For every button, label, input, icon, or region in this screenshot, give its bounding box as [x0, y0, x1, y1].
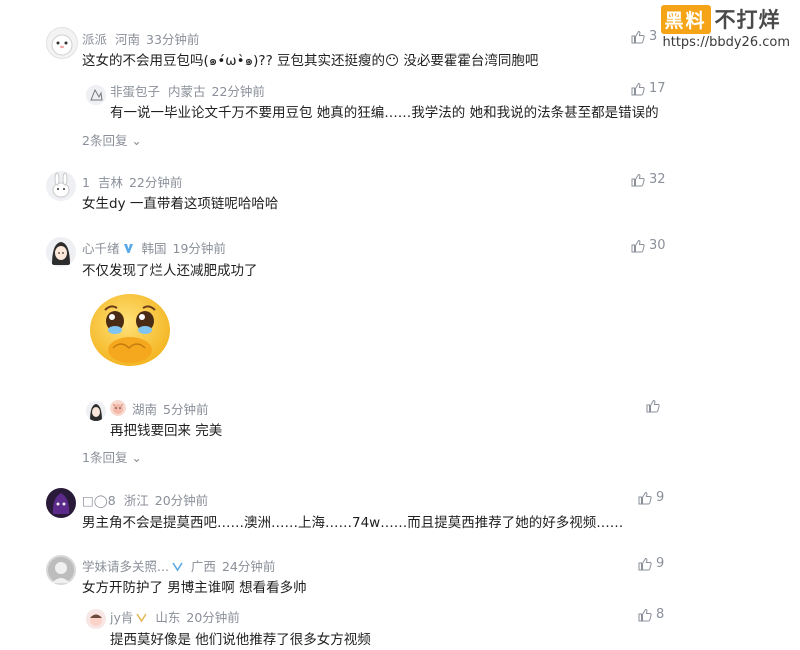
watermark-brand-box: 黑料 [660, 4, 711, 34]
avatar[interactable] [86, 85, 106, 105]
watermark-url: https://bbdy26.com [662, 35, 791, 50]
like-count: 17 [649, 81, 666, 96]
comment-meta: 学妹请多关照... 广西 24分钟前 [82, 556, 275, 575]
username[interactable]: 派派 [82, 32, 107, 47]
comment-text: 女生dy 一直带着这项链呢哈哈哈 [82, 196, 279, 212]
timestamp: 20分钟前 [186, 610, 240, 625]
like-button[interactable]: 3 [631, 29, 657, 44]
thumbs-up-icon [631, 239, 645, 253]
thumbs-up-icon [631, 30, 645, 44]
thumbs-up-icon [646, 399, 660, 413]
like-count: 9 [656, 556, 665, 571]
replies-label: 2条回复 [82, 133, 128, 148]
reply-text: 有一说一毕业论文千万不要用豆包 她真的狂编……我学法的 她和我说的法条甚至都是错… [110, 105, 659, 121]
chevron-down-icon: ⌄ [127, 133, 142, 148]
chevron-down-icon: ⌄ [127, 450, 142, 465]
timestamp: 20分钟前 [154, 493, 209, 508]
like-count: 32 [649, 172, 666, 187]
expand-replies-button[interactable]: 2条回复 ⌄ [82, 130, 142, 149]
reply-meta: 湖南 5分钟前 [132, 399, 208, 418]
location: 内蒙古 [168, 84, 206, 99]
like-button[interactable]: 32 [631, 172, 666, 187]
like-count: 9 [656, 490, 665, 505]
timestamp: 5分钟前 [163, 402, 209, 417]
thumbs-up-icon [631, 82, 645, 96]
like-button[interactable]: 9 [638, 556, 664, 571]
username[interactable]: 学妹请多关照... [82, 559, 169, 574]
like-button[interactable]: 9 [638, 490, 664, 505]
timestamp: 22分钟前 [128, 175, 183, 190]
vip-badge-icon [172, 560, 183, 572]
avatar[interactable] [46, 171, 76, 201]
like-button[interactable]: 30 [631, 238, 666, 253]
vip-badge-icon [136, 611, 148, 623]
avatar[interactable] [46, 27, 78, 59]
username[interactable]: □◯8 [82, 493, 116, 508]
avatar[interactable] [46, 488, 76, 518]
timestamp: 19分钟前 [172, 241, 226, 256]
like-button[interactable] [646, 399, 664, 413]
username[interactable]: jy肯 [110, 610, 133, 625]
avatar-badge [110, 400, 126, 416]
timestamp: 24分钟前 [221, 559, 276, 574]
like-count: 8 [656, 607, 665, 622]
timestamp: 22分钟前 [211, 84, 265, 99]
location: 广西 [190, 559, 216, 574]
thumbs-up-icon [638, 608, 652, 622]
comment-meta: 1 吉林 22分钟前 [82, 172, 182, 191]
replies-label: 1条回复 [82, 450, 128, 465]
location: 韩国 [141, 241, 167, 256]
avatar[interactable] [46, 237, 76, 267]
watermark-brand-text: 不打烊 [714, 8, 781, 32]
like-button[interactable]: 17 [631, 81, 666, 96]
reply-meta: jy肯 山东 20分钟前 [110, 607, 240, 626]
verified-badge-icon [123, 242, 134, 253]
avatar[interactable] [86, 609, 106, 629]
location: 河南 [115, 32, 141, 47]
reply-meta: 非蛋包子 内蒙古 22分钟前 [110, 81, 265, 100]
expand-replies-button[interactable]: 1条回复 ⌄ [82, 447, 142, 466]
location: 浙江 [123, 493, 149, 508]
watermark: 黑料 不打烊 https://bbdy26.com [660, 4, 791, 50]
comment-meta: 心千绪 韩国 19分钟前 [82, 238, 226, 257]
username[interactable]: 1 [82, 175, 90, 190]
avatar[interactable] [86, 401, 106, 421]
like-count: 30 [649, 238, 666, 253]
thumbs-up-icon [638, 557, 652, 571]
timestamp: 33分钟前 [146, 32, 200, 47]
location: 湖南 [132, 402, 158, 417]
reply-text: 再把钱要回来 完美 [110, 423, 223, 439]
comment-text: 男主角不会是提莫西吧……澳洲……上海……74w……而且提莫西推荐了她的好多视频…… [82, 515, 624, 531]
comment-text: 女方开防护了 男博主谁啊 想看看多帅 [82, 580, 307, 596]
username[interactable]: 心千绪 [82, 241, 120, 256]
location: 吉林 [97, 175, 123, 190]
avatar[interactable] [46, 555, 76, 585]
username[interactable]: 非蛋包子 [110, 84, 160, 99]
comment-text: 这女的不会用豆包吗(๑•́ω•̀๑)?? 豆包其实还挺瘦的😶 没必要霍霍台湾同胞… [82, 53, 539, 69]
location: 山东 [155, 610, 181, 625]
like-count: 3 [649, 29, 658, 44]
crying-emoji-sticker [85, 288, 175, 368]
like-button[interactable]: 8 [638, 607, 664, 622]
reply-text: 提西莫好像是 他们说他推荐了很多女方视频 [110, 632, 371, 648]
comment-meta: □◯8 浙江 20分钟前 [82, 490, 208, 509]
comment-meta: 派派 河南 33分钟前 [82, 29, 199, 48]
thumbs-up-icon [638, 491, 652, 505]
thumbs-up-icon [631, 173, 645, 187]
comment-text: 不仅发现了烂人还减肥成功了 [82, 263, 258, 279]
